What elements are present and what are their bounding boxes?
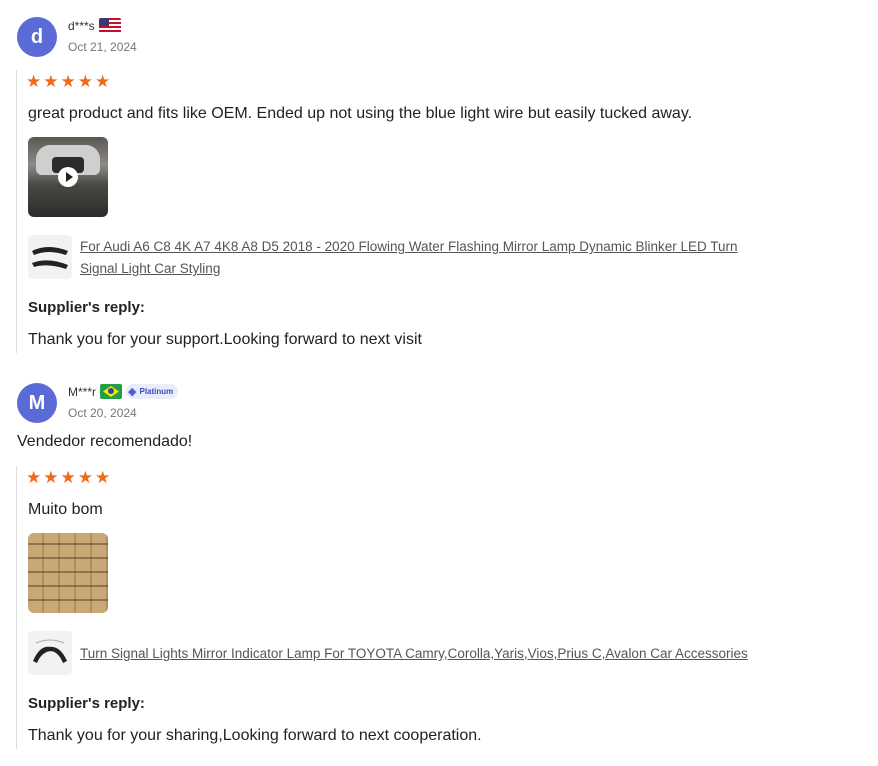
reviewer-name-row: M***r ◆ Platinum: [68, 384, 179, 399]
star-icon: ★: [77, 72, 93, 91]
review-date: Oct 21, 2024: [68, 40, 137, 54]
review-body-divider: [16, 70, 17, 353]
product-thumbnail[interactable]: [28, 631, 72, 675]
star-icon: ★: [26, 72, 42, 91]
supplier-reply-text: Thank you for your support.Looking forwa…: [28, 331, 422, 348]
star-icon: ★: [95, 72, 111, 91]
avatar: M: [17, 383, 57, 423]
reviewer-name: d***s: [68, 18, 95, 33]
supplier-reply-text: Thank you for your sharing,Looking forwa…: [28, 727, 482, 744]
star-icon: ★: [43, 72, 59, 91]
br-flag-icon: [100, 384, 123, 399]
product-link-line[interactable]: Turn Signal Lights Mirror Indicator Lamp…: [80, 643, 748, 665]
reviewer-name-row: d***s: [68, 18, 121, 33]
avatar: d: [17, 17, 57, 57]
review-image-thumbnail[interactable]: [28, 533, 108, 613]
review-comment: Muito bom: [28, 501, 103, 518]
product-link-line[interactable]: For Audi A6 C8 4K A7 4K8 A8 D5 2018 - 20…: [80, 236, 738, 258]
star-icon: ★: [77, 468, 93, 487]
star-rating: ★ ★ ★ ★ ★: [26, 469, 110, 486]
star-icon: ★: [60, 468, 76, 487]
store-comment: Vendedor recomendado!: [17, 433, 193, 450]
review-video-thumbnail[interactable]: [28, 137, 108, 217]
us-flag-icon: [98, 18, 121, 33]
reviewer-name: M***r: [68, 384, 97, 399]
mirror-lamp-icon: [33, 639, 67, 663]
review-comment: great product and fits like OEM. Ended u…: [28, 105, 693, 122]
diamond-icon: ◆: [128, 386, 137, 398]
review-date: Oct 20, 2024: [68, 406, 137, 420]
product-link[interactable]: For Audi A6 C8 4K A7 4K8 A8 D5 2018 - 20…: [80, 236, 738, 280]
play-icon[interactable]: [58, 167, 78, 187]
star-icon: ★: [43, 468, 59, 487]
mirror-lamp-icon: [32, 247, 68, 269]
product-thumbnail[interactable]: [28, 235, 72, 279]
supplier-reply-title: Supplier's reply:: [28, 299, 145, 316]
supplier-reply-title: Supplier's reply:: [28, 695, 145, 712]
platinum-badge: ◆ Platinum: [126, 384, 179, 399]
product-link[interactable]: Turn Signal Lights Mirror Indicator Lamp…: [80, 643, 748, 665]
star-icon: ★: [95, 468, 111, 487]
product-link-line[interactable]: Signal Light Car Styling: [80, 258, 738, 280]
star-rating: ★ ★ ★ ★ ★: [26, 73, 110, 90]
review-body-divider: [16, 466, 17, 749]
star-icon: ★: [60, 72, 76, 91]
badge-label: Platinum: [139, 387, 174, 396]
star-icon: ★: [26, 468, 42, 487]
